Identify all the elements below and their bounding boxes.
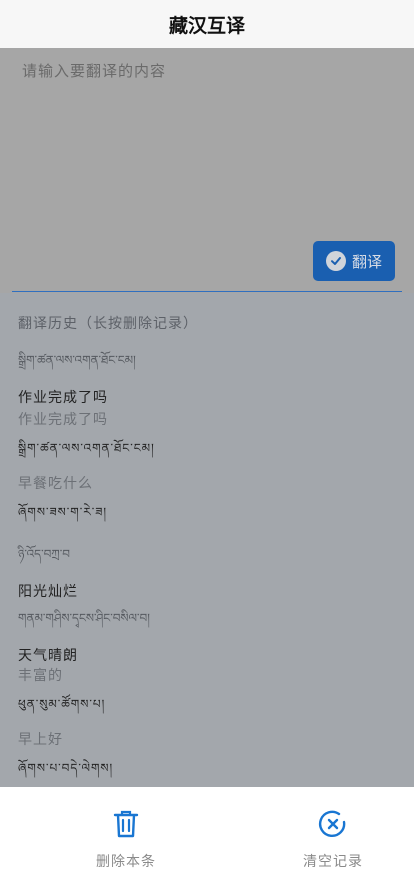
history-item-source: སྒྲིག་ཚན་ལས་འགན་ཐོང་ངམ།	[18, 353, 136, 367]
translate-button-label: 翻译	[351, 252, 382, 271]
history-item-source: ཉི་འོད་བཀྲ་བ	[18, 547, 70, 561]
history-item-target: 天气晴朗	[18, 648, 78, 664]
divider	[12, 291, 402, 292]
translate-input[interactable]	[12, 56, 402, 236]
history-item[interactable]: 早上好 ཞོགས་པ་བདེ་ལེགས།	[18, 729, 398, 789]
trash-icon	[112, 809, 140, 843]
history-heading: 翻译历史（长按删除记录）	[18, 316, 198, 332]
history-item-source: གནམ་གཤིས་དྭངས་ཤིང་བསིལ་བ།	[18, 611, 150, 625]
history-item-source: 早上好	[18, 732, 63, 748]
history-item[interactable]: གནམ་གཤིས་དྭངས་ཤིང་བསིལ་བ། 天气晴朗	[18, 605, 398, 665]
history-item-target: 作业完成了吗	[18, 390, 108, 406]
input-area: 翻译	[0, 48, 414, 293]
delete-item-button[interactable]: 删除本条	[76, 809, 176, 879]
history-item[interactable]: 丰富的 ཕུན་སུམ་ཚོགས་པ།	[18, 665, 398, 725]
app-header: 藏汉互译	[0, 0, 414, 48]
check-circle-icon	[325, 251, 346, 271]
history-item[interactable]: སྒྲིག་ཚན་ལས་འགན་ཐོང་ངམ། 作业完成了吗	[18, 347, 398, 407]
history-item-target: ཕུན་སུམ་ཚོགས་པ།	[18, 697, 106, 711]
history-item-target: 阳光灿烂	[18, 584, 78, 600]
page-title: 藏汉互译	[168, 14, 245, 37]
history-list: 翻译历史（长按删除记录） སྒྲིག་ཚན་ལས་འགན་ཐོང་ངམ། 作业完…	[0, 293, 414, 787]
history-item-target: ཞོགས་པ་བདེ་ལེགས།	[18, 761, 114, 775]
history-item[interactable]: 作业完成了吗 སྒྲིག་ཚན་ལས་འགན་ཐོང་ངམ།	[18, 409, 398, 469]
history-item-target: ཞོགས་ཟས་ག་རེ་ཟ།	[18, 505, 108, 519]
history-item-source: 作业完成了吗	[18, 412, 108, 428]
history-item-target: སྒྲིག་ཚན་ལས་འགན་ཐོང་ངམ།	[18, 441, 155, 455]
history-item[interactable]: ཉི་འོད་བཀྲ་བ 阳光灿烂	[18, 541, 398, 601]
clear-circle-icon	[318, 809, 348, 843]
translate-button[interactable]: 翻译	[313, 241, 395, 281]
clear-history-button[interactable]: 清空记录	[283, 809, 383, 879]
clear-history-label: 清空记录	[303, 854, 363, 870]
history-item[interactable]: 早餐吃什么 ཞོགས་ཟས་ག་རེ་ཟ།	[18, 473, 398, 533]
history-item-source: 早餐吃什么	[18, 476, 93, 492]
delete-item-label: 删除本条	[96, 854, 156, 870]
history-item-source: 丰富的	[18, 668, 63, 684]
bottom-toolbar: 删除本条 清空记录	[0, 787, 414, 896]
